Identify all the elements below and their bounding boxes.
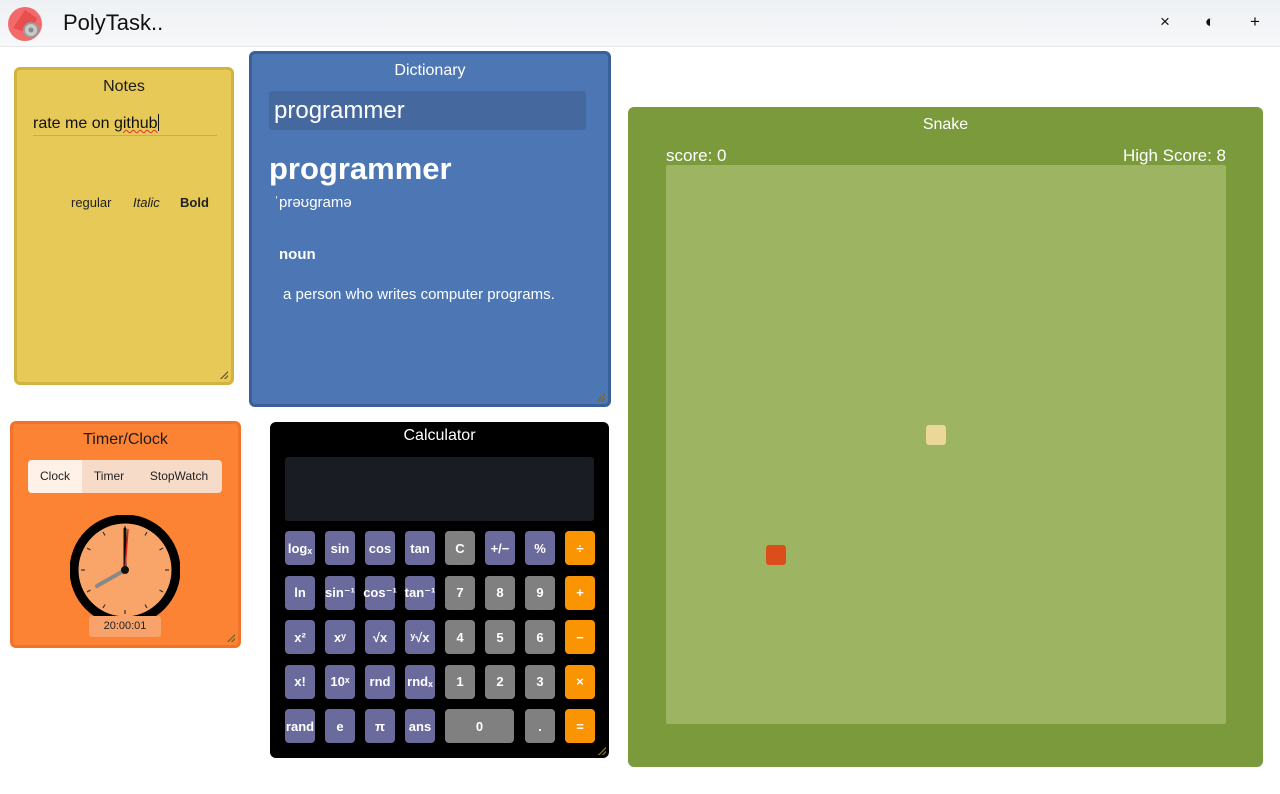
calc-key-3-1[interactable]: 10ˣ [325,664,355,699]
notes-title: Notes [103,78,145,95]
calculator-widget: Calculator logₓ sin cos tan C +/−% ÷ ln sin⁻¹ cos… [270,422,609,758]
resize-handle-icon[interactable] [220,371,228,379]
snake-score: score: 0 [666,146,727,165]
calc-key-0-4[interactable]: C [445,531,475,565]
calc-key-1-2[interactable]: cos⁻¹ [363,575,397,610]
resize-handle-icon[interactable] [598,747,606,755]
snake-food [926,425,946,445]
dictionary-part-of-speech: noun [279,246,316,263]
notes-textarea[interactable]: rate me on github [33,114,217,136]
snake-game-board[interactable] [666,165,1226,724]
calc-key-2-5[interactable]: 5 [485,620,515,654]
theme-toggle-icon[interactable]: ◐ [1198,10,1222,34]
notes-widget: Notes rate me on github regular Italic B… [14,67,234,385]
format-bold-button[interactable]: Bold [180,195,209,210]
dictionary-phonetic: ˈprəʊɡramə [274,194,352,211]
calc-key-2-0[interactable]: x² [285,620,315,654]
calc-key-1-1[interactable]: sin⁻¹ [325,575,355,610]
clock-digital-time: 20:00:01 [89,616,161,637]
resize-handle-icon[interactable] [597,393,605,401]
calculator-title: Calculator [403,427,476,444]
notes-text-plain: rate me on [33,115,114,132]
calc-key-2-7[interactable]: − [565,620,595,654]
calc-key-2-6[interactable]: 6 [525,620,555,654]
analog-clock-icon [70,515,180,625]
tab-clock[interactable]: Clock [28,460,82,493]
format-italic-button[interactable]: Italic [133,195,160,210]
text-caret [157,114,159,131]
calc-key-4-1[interactable]: e [325,709,355,743]
calc-key-4-5[interactable]: . [525,709,555,743]
calc-key-0-5[interactable]: +/− [485,531,515,565]
calc-key-0-7[interactable]: ÷ [565,531,595,565]
calc-key-2-4[interactable]: 4 [445,620,475,654]
polytask-logo-icon [8,7,42,41]
calc-key-0-0[interactable]: logₓ [285,531,315,565]
calc-key-3-7[interactable]: × [565,664,595,699]
calc-key-1-0[interactable]: ln [285,575,315,610]
calc-key-1-7[interactable]: + [565,575,595,610]
dictionary-word: programmer [269,151,452,186]
calc-key-0-6[interactable]: % [525,531,555,565]
calc-key-2-1[interactable]: xʸ [325,620,355,654]
tab-timer[interactable]: Timer [82,460,136,493]
calculator-display [285,457,594,521]
close-icon[interactable]: × [1153,10,1177,34]
top-bar: PolyTask.. × ◐ + [0,0,1280,47]
calc-key-1-4[interactable]: 7 [445,575,475,610]
calc-key-1-5[interactable]: 8 [485,575,515,610]
calc-key-4-2[interactable]: π [365,709,395,743]
snake-title: Snake [922,116,969,133]
calc-key-3-3[interactable]: rndₓ [405,664,435,699]
resize-handle-icon[interactable] [227,634,235,642]
add-widget-icon[interactable]: + [1243,10,1267,34]
format-regular-button[interactable]: regular [71,195,111,210]
dictionary-definition: a person who writes computer programs. [283,286,555,303]
dictionary-widget: Dictionary programmer programmer ˈprəʊɡr… [249,51,611,407]
timer-clock-title: Timer/Clock [83,431,168,448]
timer-clock-tabs: Clock Timer StopWatch [28,460,222,493]
calc-key-3-5[interactable]: 2 [485,664,515,699]
dictionary-search-input[interactable]: programmer [269,91,586,130]
calc-key-3-0[interactable]: x! [285,664,315,699]
calc-key-1-6[interactable]: 9 [525,575,555,610]
calc-key-1-3[interactable]: tan⁻¹ [405,575,435,610]
calc-key-4-0[interactable]: rand [285,709,315,743]
tab-stopwatch[interactable]: StopWatch [136,460,222,493]
snake-high-score: High Score: 8 [1123,146,1226,165]
calc-key-2-3[interactable]: ʸ√x [405,620,435,654]
calc-key-4-6[interactable]: = [565,709,595,743]
dictionary-title: Dictionary [394,62,466,79]
calc-key-3-4[interactable]: 1 [445,664,475,699]
snake-widget: Snake score: 0 High Score: 8 [628,107,1263,767]
app-title: PolyTask.. [63,10,164,35]
calc-key-3-6[interactable]: 3 [525,664,555,699]
calc-key-2-2[interactable]: √x [365,620,395,654]
calc-key-3-2[interactable]: rnd [365,664,395,699]
calc-key-4-4[interactable]: 0 [445,709,514,743]
calc-key-0-1[interactable]: sin [325,531,355,565]
calc-key-0-2[interactable]: cos [365,531,395,565]
timer-clock-widget: Timer/Clock Clock Timer StopWatch 20:00:… [10,421,241,648]
calc-key-0-3[interactable]: tan [405,531,435,565]
notes-text-misspelled: github [113,115,158,132]
calc-key-4-3[interactable]: ans [405,709,435,743]
snake-head [766,545,786,565]
